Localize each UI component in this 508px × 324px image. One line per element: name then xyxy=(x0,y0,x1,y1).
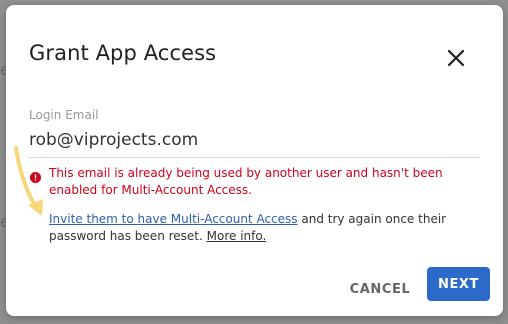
dialog-title: Grant App Access xyxy=(29,41,217,65)
more-info-link[interactable]: More info. xyxy=(207,229,267,243)
grant-app-access-dialog: Grant App Access Login Email This email … xyxy=(6,5,503,316)
invite-multi-account-link[interactable]: Invite them to have Multi-Account Access xyxy=(49,212,298,226)
help-message: Invite them to have Multi-Account Access… xyxy=(49,211,479,245)
login-email-label: Login Email xyxy=(29,108,99,122)
input-underline xyxy=(29,157,480,158)
close-icon[interactable] xyxy=(444,46,468,70)
error-icon xyxy=(30,168,41,183)
modal-backdrop[interactable]: e e Grant App Access Login Email This em… xyxy=(0,0,508,324)
login-email-input[interactable] xyxy=(29,130,429,150)
next-button[interactable]: NEXT xyxy=(427,267,490,301)
error-message: This email is already being used by anot… xyxy=(49,166,443,197)
cancel-button[interactable]: CANCEL xyxy=(338,272,422,306)
